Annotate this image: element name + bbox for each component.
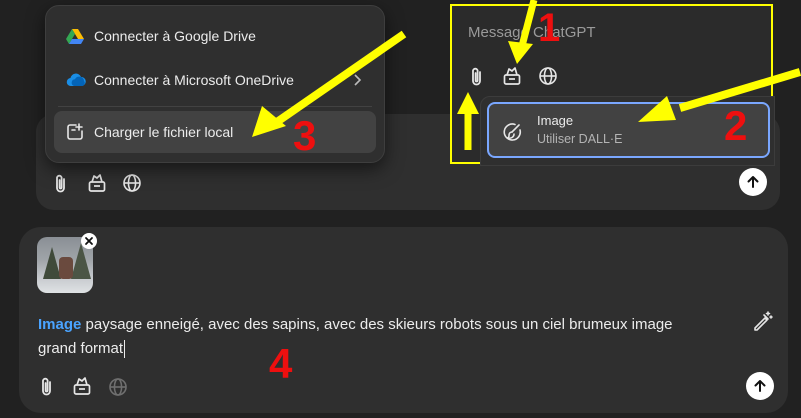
paperclip-icon[interactable] [51, 173, 71, 195]
menu-divider [58, 106, 372, 107]
chevron-right-icon [352, 73, 362, 87]
thumbnail-figure [59, 257, 73, 279]
globe-icon[interactable] [122, 173, 142, 193]
menu-item-label: Connecter à Microsoft OneDrive [94, 72, 294, 88]
remove-attachment-button[interactable] [81, 233, 97, 249]
send-button[interactable] [746, 372, 774, 400]
text-cursor [124, 340, 126, 359]
menu-item-upload-local[interactable]: Charger le fichier local [54, 111, 376, 153]
edit-wand-icon[interactable] [751, 310, 773, 332]
paperclip-icon[interactable] [467, 66, 487, 88]
tool-item-subtitle: Utiliser DALL·E [537, 132, 623, 146]
send-arrow-icon [754, 380, 766, 392]
tools-icon[interactable] [502, 66, 522, 86]
menu-item-label: Connecter à Google Drive [94, 28, 256, 44]
onedrive-icon [66, 73, 86, 91]
tools-icon[interactable] [72, 376, 92, 396]
upload-file-icon [66, 123, 84, 141]
attach-menu: Connecter à Google Drive Connecter à Mic… [45, 5, 385, 163]
paperclip-icon[interactable] [37, 376, 57, 398]
close-icon [85, 237, 93, 245]
image-brush-icon [503, 121, 523, 141]
menu-item-label: Charger le fichier local [94, 124, 234, 140]
prompt-text[interactable]: Image paysage enneigé, avec des sapins, … [38, 313, 728, 361]
send-button[interactable] [739, 168, 767, 196]
annotation-number: 1 [538, 6, 561, 50]
menu-item-onedrive[interactable]: Connecter à Microsoft OneDrive [54, 59, 376, 101]
send-arrow-icon [747, 176, 759, 188]
prompt-line1: paysage enneigé, avec des sapins, avec d… [81, 316, 673, 333]
annotation-number: 2 [724, 102, 748, 149]
prompt-tag: Image [38, 316, 82, 333]
tools-icon[interactable] [87, 173, 107, 193]
tool-item-title: Image [537, 113, 574, 128]
google-drive-icon [66, 27, 84, 45]
message-placeholder: Message ChatGPT [468, 24, 596, 41]
annotation-number: 3 [293, 112, 317, 159]
prompt-line2: grand format [38, 340, 124, 357]
globe-icon[interactable] [538, 66, 558, 86]
globe-icon [108, 377, 128, 397]
annotation-number: 4 [269, 340, 293, 387]
menu-item-google-drive[interactable]: Connecter à Google Drive [54, 15, 376, 57]
